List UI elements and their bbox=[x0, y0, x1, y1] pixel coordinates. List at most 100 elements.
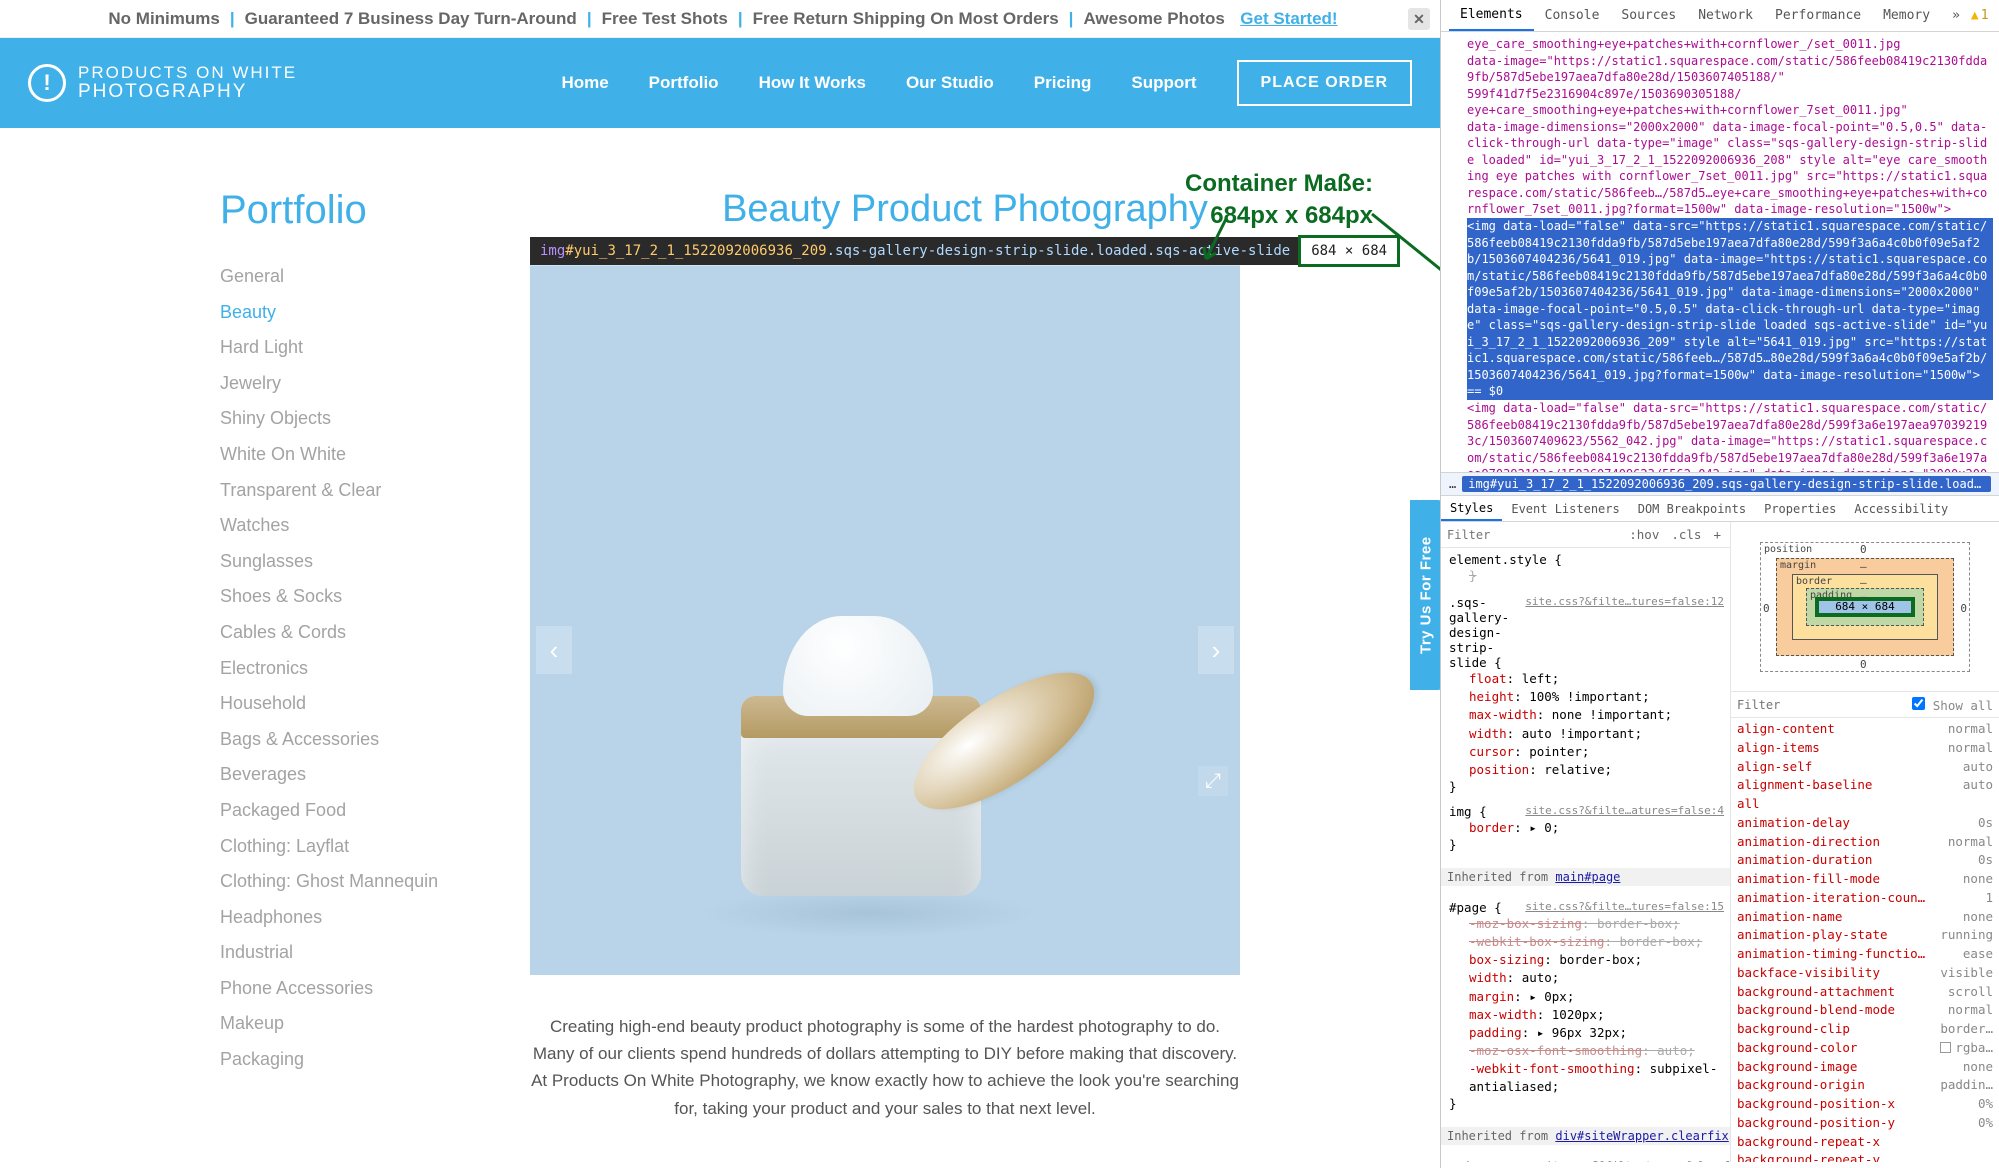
computed-property[interactable]: all bbox=[1737, 795, 1993, 814]
cls-toggle[interactable]: .cls bbox=[1668, 527, 1704, 542]
devtools-tab[interactable]: Sources bbox=[1610, 0, 1687, 31]
computed-property[interactable]: animation-directionnormal bbox=[1737, 833, 1993, 852]
sidebar-item[interactable]: Packaged Food bbox=[220, 793, 470, 829]
styles-filter-input[interactable] bbox=[1447, 528, 1620, 542]
hov-toggle[interactable]: :hov bbox=[1626, 527, 1662, 542]
styles-sub-tab[interactable]: Properties bbox=[1755, 496, 1845, 521]
dom-node[interactable]: 599f41d7f5e2316904c897e/1503690305188/ bbox=[1467, 86, 1993, 103]
get-started-link[interactable]: Get Started! bbox=[1240, 9, 1337, 29]
devtools-more-tabs[interactable]: » bbox=[1941, 0, 1971, 31]
computed-property[interactable]: background-colorrgba… bbox=[1737, 1039, 1993, 1058]
nav-link[interactable]: Home bbox=[561, 73, 608, 93]
sidebar-item[interactable]: Hard Light bbox=[220, 330, 470, 366]
computed-property[interactable]: alignment-baselineauto bbox=[1737, 776, 1993, 795]
computed-property[interactable]: align-selfauto bbox=[1737, 758, 1993, 777]
gallery-expand-button[interactable]: ⤢ bbox=[1198, 766, 1228, 796]
computed-pane[interactable]: position margin border padding 684 × 684… bbox=[1731, 522, 1999, 1162]
portfolio-sidebar: Portfolio GeneralBeautyHard LightJewelry… bbox=[220, 188, 470, 1122]
nav-link[interactable]: Portfolio bbox=[649, 73, 719, 93]
sidebar-item[interactable]: Beverages bbox=[220, 757, 470, 793]
sidebar-title: Portfolio bbox=[220, 188, 470, 233]
computed-property[interactable]: background-clipborder… bbox=[1737, 1020, 1993, 1039]
sidebar-item[interactable]: Phone Accessories bbox=[220, 971, 470, 1007]
gallery-next-button[interactable]: › bbox=[1198, 626, 1234, 674]
computed-property[interactable]: animation-iteration-coun…1 bbox=[1737, 889, 1993, 908]
box-model[interactable]: position margin border padding 684 × 684… bbox=[1731, 522, 1999, 692]
sidebar-item[interactable]: Shiny Objects bbox=[220, 401, 470, 437]
sidebar-item[interactable]: Shoes & Socks bbox=[220, 579, 470, 615]
dom-node[interactable]: <img data-load="false" data-src="https:/… bbox=[1467, 400, 1993, 472]
sidebar-item[interactable]: Packaging bbox=[220, 1042, 470, 1078]
computed-property[interactable]: align-contentnormal bbox=[1737, 720, 1993, 739]
new-rule-button[interactable]: + bbox=[1710, 527, 1724, 542]
devtools-tab[interactable]: Memory bbox=[1872, 0, 1941, 31]
sidebar-item[interactable]: Beauty bbox=[220, 295, 470, 331]
computed-property[interactable]: background-position-x0% bbox=[1737, 1095, 1993, 1114]
styles-sub-tab[interactable]: Styles bbox=[1441, 496, 1502, 521]
devtools-tab[interactable]: Performance bbox=[1764, 0, 1872, 31]
styles-sub-tab[interactable]: Event Listeners bbox=[1502, 496, 1628, 521]
styles-sub-tab[interactable]: DOM Breakpoints bbox=[1629, 496, 1755, 521]
sidebar-item[interactable]: Electronics bbox=[220, 651, 470, 687]
nav-link[interactable]: Our Studio bbox=[906, 73, 994, 93]
computed-property[interactable]: align-itemsnormal bbox=[1737, 739, 1993, 758]
computed-filter-input[interactable] bbox=[1737, 698, 1906, 712]
logo[interactable]: ! PRODUCTS ON WHITE PHOTOGRAPHY bbox=[28, 64, 297, 102]
dom-node[interactable]: data-image="https://static1.squarespace.… bbox=[1467, 53, 1993, 86]
sidebar-item[interactable]: Jewelry bbox=[220, 366, 470, 402]
sidebar-item[interactable]: Makeup bbox=[220, 1006, 470, 1042]
computed-property[interactable]: animation-namenone bbox=[1737, 908, 1993, 927]
dom-node[interactable]: eye+care_smoothing+eye+patches+with+corn… bbox=[1467, 102, 1993, 119]
elements-breadcrumb[interactable]: … img#yui_3_17_2_1_1522092006936_209.sqs… bbox=[1441, 472, 1999, 496]
devtools-warning-badge[interactable]: ▲1 bbox=[1971, 8, 1995, 23]
devtools-menu[interactable]: ⋮ bbox=[1995, 8, 1999, 23]
sidebar-item[interactable]: Cables & Cords bbox=[220, 615, 470, 651]
computed-property[interactable]: background-blend-modenormal bbox=[1737, 1001, 1993, 1020]
computed-property[interactable]: background-originpaddin… bbox=[1737, 1076, 1993, 1095]
computed-property[interactable]: background-repeat-x bbox=[1737, 1133, 1993, 1152]
sidebar-item[interactable]: Clothing: Ghost Mannequin bbox=[220, 864, 470, 900]
devtools-tab[interactable]: Console bbox=[1534, 0, 1611, 31]
computed-property[interactable]: animation-timing-functio…ease bbox=[1737, 945, 1993, 964]
computed-property[interactable]: animation-play-staterunning bbox=[1737, 926, 1993, 945]
banner-close-button[interactable]: ✕ bbox=[1408, 8, 1430, 30]
styles-rules-pane[interactable]: :hov .cls + element.style {}.sqs-gallery… bbox=[1441, 522, 1731, 1162]
sidebar-item[interactable]: Watches bbox=[220, 508, 470, 544]
nav-link[interactable]: How It Works bbox=[759, 73, 866, 93]
computed-property[interactable]: background-repeat-y bbox=[1737, 1151, 1993, 1162]
sidebar-item[interactable]: White On White bbox=[220, 437, 470, 473]
computed-property[interactable]: backface-visibilityvisible bbox=[1737, 964, 1993, 983]
sidebar-item[interactable]: Industrial bbox=[220, 935, 470, 971]
gallery-image[interactable] bbox=[530, 266, 1240, 975]
sidebar-item[interactable]: Clothing: Layflat bbox=[220, 829, 470, 865]
dom-node[interactable]: eye_care_smoothing+eye+patches+with+corn… bbox=[1467, 36, 1993, 53]
dom-node[interactable]: data-image-dimensions="2000x2000" data-i… bbox=[1467, 119, 1993, 218]
devtools-tab[interactable]: Elements bbox=[1449, 0, 1534, 31]
computed-property[interactable]: background-position-y0% bbox=[1737, 1114, 1993, 1133]
computed-property[interactable]: animation-fill-modenone bbox=[1737, 870, 1993, 889]
styles-sub-tabs: StylesEvent ListenersDOM BreakpointsProp… bbox=[1441, 496, 1999, 522]
place-order-button[interactable]: PLACE ORDER bbox=[1237, 60, 1412, 106]
product-gallery[interactable]: ‹ › ⤢ bbox=[530, 265, 1240, 975]
elements-tree[interactable]: eye_care_smoothing+eye+patches+with+corn… bbox=[1441, 32, 1999, 472]
devtools-pane: ElementsConsoleSourcesNetworkPerformance… bbox=[1440, 0, 1999, 1168]
sidebar-item[interactable]: Household bbox=[220, 686, 470, 722]
show-all-toggle[interactable]: Show all bbox=[1912, 697, 1993, 713]
gallery-prev-button[interactable]: ‹ bbox=[536, 626, 572, 674]
sidebar-item[interactable]: Transparent & Clear bbox=[220, 473, 470, 509]
sidebar-item[interactable]: Bags & Accessories bbox=[220, 722, 470, 758]
nav-link[interactable]: Support bbox=[1131, 73, 1196, 93]
computed-property[interactable]: background-attachmentscroll bbox=[1737, 983, 1993, 1002]
sidebar-item[interactable]: Sunglasses bbox=[220, 544, 470, 580]
logo-mark-icon: ! bbox=[28, 64, 66, 102]
nav-link[interactable]: Pricing bbox=[1034, 73, 1092, 93]
sidebar-item[interactable]: Headphones bbox=[220, 900, 470, 936]
computed-property[interactable]: animation-duration0s bbox=[1737, 851, 1993, 870]
computed-property[interactable]: background-imagenone bbox=[1737, 1058, 1993, 1077]
devtools-tab[interactable]: Network bbox=[1687, 0, 1764, 31]
main-nav: ! PRODUCTS ON WHITE PHOTOGRAPHY Home Port… bbox=[0, 38, 1440, 128]
dom-node[interactable]: <img data-load="false" data-src="https:/… bbox=[1467, 218, 1993, 400]
sidebar-item[interactable]: General bbox=[220, 259, 470, 295]
computed-property[interactable]: animation-delay0s bbox=[1737, 814, 1993, 833]
styles-sub-tab[interactable]: Accessibility bbox=[1845, 496, 1957, 521]
